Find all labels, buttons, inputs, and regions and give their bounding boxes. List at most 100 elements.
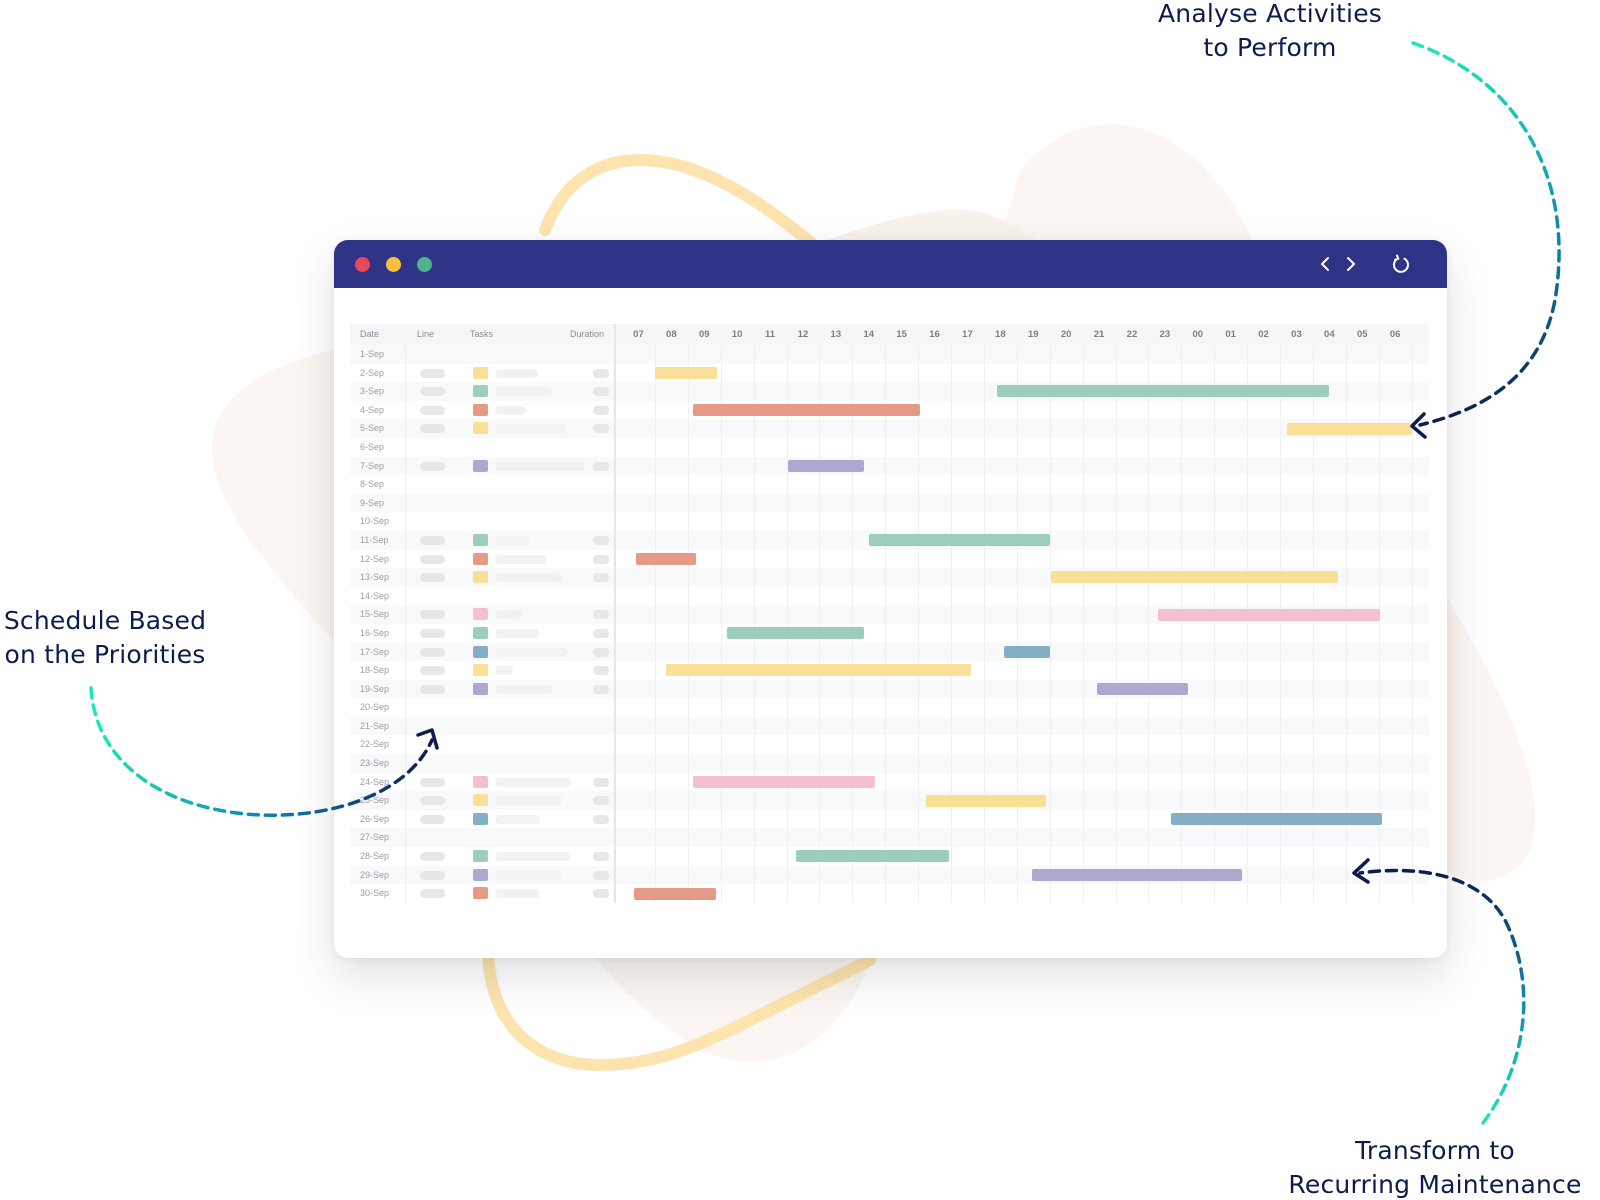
gantt-row[interactable]: 10-Sep xyxy=(350,512,1429,531)
grid-line xyxy=(1115,419,1117,438)
gantt-row[interactable]: 23-Sep xyxy=(350,754,1429,773)
gantt-row[interactable]: 1-Sep xyxy=(350,345,1429,364)
gantt-row[interactable]: 6-Sep xyxy=(350,437,1429,457)
grid-line xyxy=(1082,847,1084,866)
gantt-row[interactable]: 30-Sep xyxy=(350,884,1429,903)
gantt-row[interactable]: 17-Sep xyxy=(350,642,1429,662)
gantt-row[interactable]: 21-Sep xyxy=(350,716,1429,736)
grid-line xyxy=(1181,512,1183,531)
gantt-task-bar[interactable] xyxy=(1003,645,1050,658)
gantt-row[interactable]: 22-Sep xyxy=(350,735,1429,755)
gantt-row[interactable]: 15-Sep xyxy=(350,605,1429,624)
gantt-row[interactable]: 13-Sep xyxy=(350,568,1429,587)
back-button[interactable] xyxy=(1314,252,1338,276)
grid-line xyxy=(983,512,985,531)
grid-line xyxy=(753,493,755,513)
gantt-task-bar[interactable] xyxy=(692,775,876,788)
row-timeline xyxy=(622,345,1413,364)
grid-line xyxy=(1345,661,1347,680)
gantt-row[interactable]: 24-Sep xyxy=(350,772,1429,792)
gantt-row[interactable]: 11-Sep xyxy=(350,530,1429,550)
gantt-row[interactable]: 4-Sep xyxy=(350,400,1429,420)
grid-line xyxy=(1082,419,1084,438)
close-window-button[interactable] xyxy=(355,257,370,272)
grid-line xyxy=(1148,661,1150,680)
gantt-row[interactable]: 2-Sep xyxy=(350,363,1429,383)
gantt-row[interactable]: 27-Sep xyxy=(350,828,1429,848)
gantt-task-bar[interactable] xyxy=(1031,868,1243,881)
gantt-row[interactable]: 28-Sep xyxy=(350,847,1429,866)
gantt-row[interactable]: 16-Sep xyxy=(350,623,1429,643)
gantt-row[interactable]: 20-Sep xyxy=(350,698,1429,717)
gantt-task-bar[interactable] xyxy=(788,459,864,472)
gantt-task-bar[interactable] xyxy=(1051,571,1338,584)
gantt-task-bar[interactable] xyxy=(1097,682,1188,695)
grid-line xyxy=(1082,363,1084,383)
line-placeholder xyxy=(420,889,445,899)
grid-line xyxy=(687,809,689,829)
gantt-task-bar[interactable] xyxy=(868,534,1050,547)
grid-line xyxy=(852,605,854,624)
grid-line xyxy=(786,530,788,550)
gantt-row[interactable]: 29-Sep xyxy=(350,865,1429,885)
grid-line xyxy=(1115,363,1117,383)
gantt-row[interactable]: 5-Sep xyxy=(350,419,1429,438)
grid-line xyxy=(1049,456,1051,476)
grid-line xyxy=(720,493,722,513)
grid-line xyxy=(1411,679,1413,699)
gantt-task-bar[interactable] xyxy=(1286,422,1412,435)
grid-line xyxy=(1345,698,1347,717)
grid-line xyxy=(1214,363,1216,383)
minimize-window-button[interactable] xyxy=(386,257,401,272)
grid-line xyxy=(918,828,920,848)
gantt-task-bar[interactable] xyxy=(1171,813,1382,826)
gantt-row[interactable]: 25-Sep xyxy=(350,791,1429,810)
refresh-button[interactable] xyxy=(1389,252,1413,276)
grid-line xyxy=(753,512,755,531)
grid-line xyxy=(1214,735,1216,755)
grid-line xyxy=(687,493,689,513)
grid-line xyxy=(1247,549,1249,569)
grid-line xyxy=(1214,772,1216,792)
grid-line xyxy=(885,884,887,903)
column-divider xyxy=(614,679,616,699)
gantt-task-bar[interactable] xyxy=(666,664,971,677)
gantt-task-bar[interactable] xyxy=(692,404,920,417)
gantt-row[interactable]: 18-Sep xyxy=(350,661,1429,680)
grid-line xyxy=(1247,679,1249,699)
gantt-task-bar[interactable] xyxy=(926,794,1047,807)
duration-placeholder xyxy=(593,535,609,545)
gantt-row[interactable]: 3-Sep xyxy=(350,382,1429,401)
line-placeholder xyxy=(420,573,445,583)
grid-line xyxy=(720,754,722,773)
gantt-task-bar[interactable] xyxy=(654,366,718,379)
grid-line xyxy=(654,809,656,829)
grid-line xyxy=(1148,456,1150,476)
task-color-swatch xyxy=(473,552,488,565)
forward-button[interactable] xyxy=(1338,252,1362,276)
gantt-task-bar[interactable] xyxy=(796,850,950,863)
grid-line xyxy=(753,642,755,662)
gantt-row[interactable]: 14-Sep xyxy=(350,586,1429,606)
gantt-row[interactable]: 7-Sep xyxy=(350,456,1429,476)
maximize-window-button[interactable] xyxy=(417,257,432,272)
gantt-row[interactable]: 26-Sep xyxy=(350,809,1429,829)
grid-line xyxy=(720,345,722,364)
gantt-task-bar[interactable] xyxy=(633,887,716,900)
gantt-row[interactable]: 12-Sep xyxy=(350,549,1429,569)
grid-line xyxy=(720,716,722,736)
row-date: 11-Sep xyxy=(360,534,389,545)
callout-line: to Perform xyxy=(1203,33,1337,62)
grid-line xyxy=(687,345,689,364)
grid-line xyxy=(786,475,788,494)
gantt-task-bar[interactable] xyxy=(1158,608,1381,621)
gantt-row[interactable]: 19-Sep xyxy=(350,679,1429,699)
grid-line xyxy=(753,345,755,364)
gantt-task-bar[interactable] xyxy=(636,552,697,565)
column-divider xyxy=(405,493,406,513)
gantt-row[interactable]: 9-Sep xyxy=(350,493,1429,513)
grid-line xyxy=(852,549,854,569)
gantt-task-bar[interactable] xyxy=(727,627,864,640)
gantt-task-bar[interactable] xyxy=(997,385,1330,398)
gantt-row[interactable]: 8-Sep xyxy=(350,475,1429,494)
